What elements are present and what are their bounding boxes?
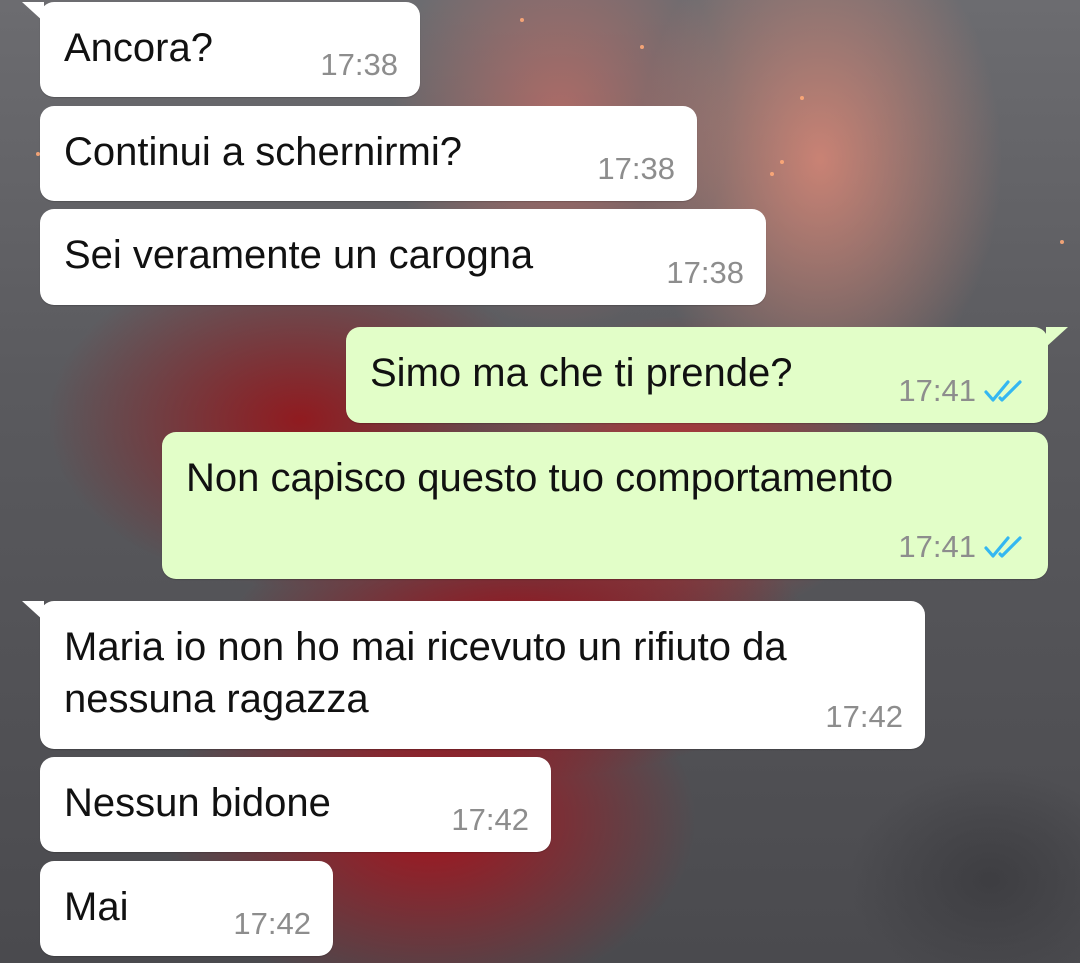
message-meta: 17:42 bbox=[233, 906, 311, 942]
message-meta: 17:42 bbox=[451, 802, 529, 838]
message-meta: 17:42 bbox=[825, 699, 903, 735]
message-text: Mai bbox=[64, 885, 129, 929]
message-text: Simo ma che ti prende? bbox=[370, 351, 793, 395]
message-timestamp: 17:42 bbox=[451, 802, 529, 837]
message-bubble-outgoing[interactable]: Non capisco questo tuo comportamento 17:… bbox=[162, 432, 1048, 579]
double-check-icon bbox=[984, 536, 1022, 558]
message-timestamp: 17:41 bbox=[898, 373, 976, 408]
message-text: Non capisco questo tuo comportamento bbox=[186, 456, 894, 500]
message-timestamp: 17:38 bbox=[320, 47, 398, 82]
message-timestamp: 17:38 bbox=[597, 151, 675, 186]
message-text: Continui a schernirmi? bbox=[64, 130, 462, 174]
message-timestamp: 17:38 bbox=[666, 255, 744, 290]
message-meta: 17:41 bbox=[898, 373, 1026, 409]
message-bubble-incoming[interactable]: Ancora? 17:38 bbox=[22, 2, 420, 97]
message-text: Nessun bidone bbox=[64, 781, 331, 825]
message-timestamp: 17:41 bbox=[898, 529, 976, 564]
message-bubble-incoming[interactable]: Nessun bidone 17:42 bbox=[40, 757, 551, 852]
message-meta: 17:38 bbox=[320, 47, 398, 83]
message-bubble-incoming[interactable]: Maria io non ho mai ricevuto un rifiuto … bbox=[22, 601, 925, 749]
message-timestamp: 17:42 bbox=[825, 699, 903, 734]
message-bubble-incoming[interactable]: Mai 17:42 bbox=[40, 861, 333, 956]
message-bubble-incoming[interactable]: Sei veramente un carogna 17:38 bbox=[40, 209, 766, 305]
message-bubble-incoming[interactable]: Continui a schernirmi? 17:38 bbox=[40, 106, 697, 201]
message-meta: 17:38 bbox=[597, 151, 675, 187]
message-timestamp: 17:42 bbox=[233, 906, 311, 941]
message-meta: 17:38 bbox=[666, 255, 744, 291]
message-bubble-outgoing[interactable]: Simo ma che ti prende? 17:41 bbox=[346, 327, 1068, 423]
message-text: Sei veramente un carogna bbox=[64, 233, 534, 277]
message-text: Ancora? bbox=[64, 26, 213, 70]
double-check-icon bbox=[984, 380, 1022, 402]
message-text: Maria io non ho mai ricevuto un rifiuto … bbox=[64, 625, 787, 721]
message-meta: 17:41 bbox=[898, 529, 1026, 565]
